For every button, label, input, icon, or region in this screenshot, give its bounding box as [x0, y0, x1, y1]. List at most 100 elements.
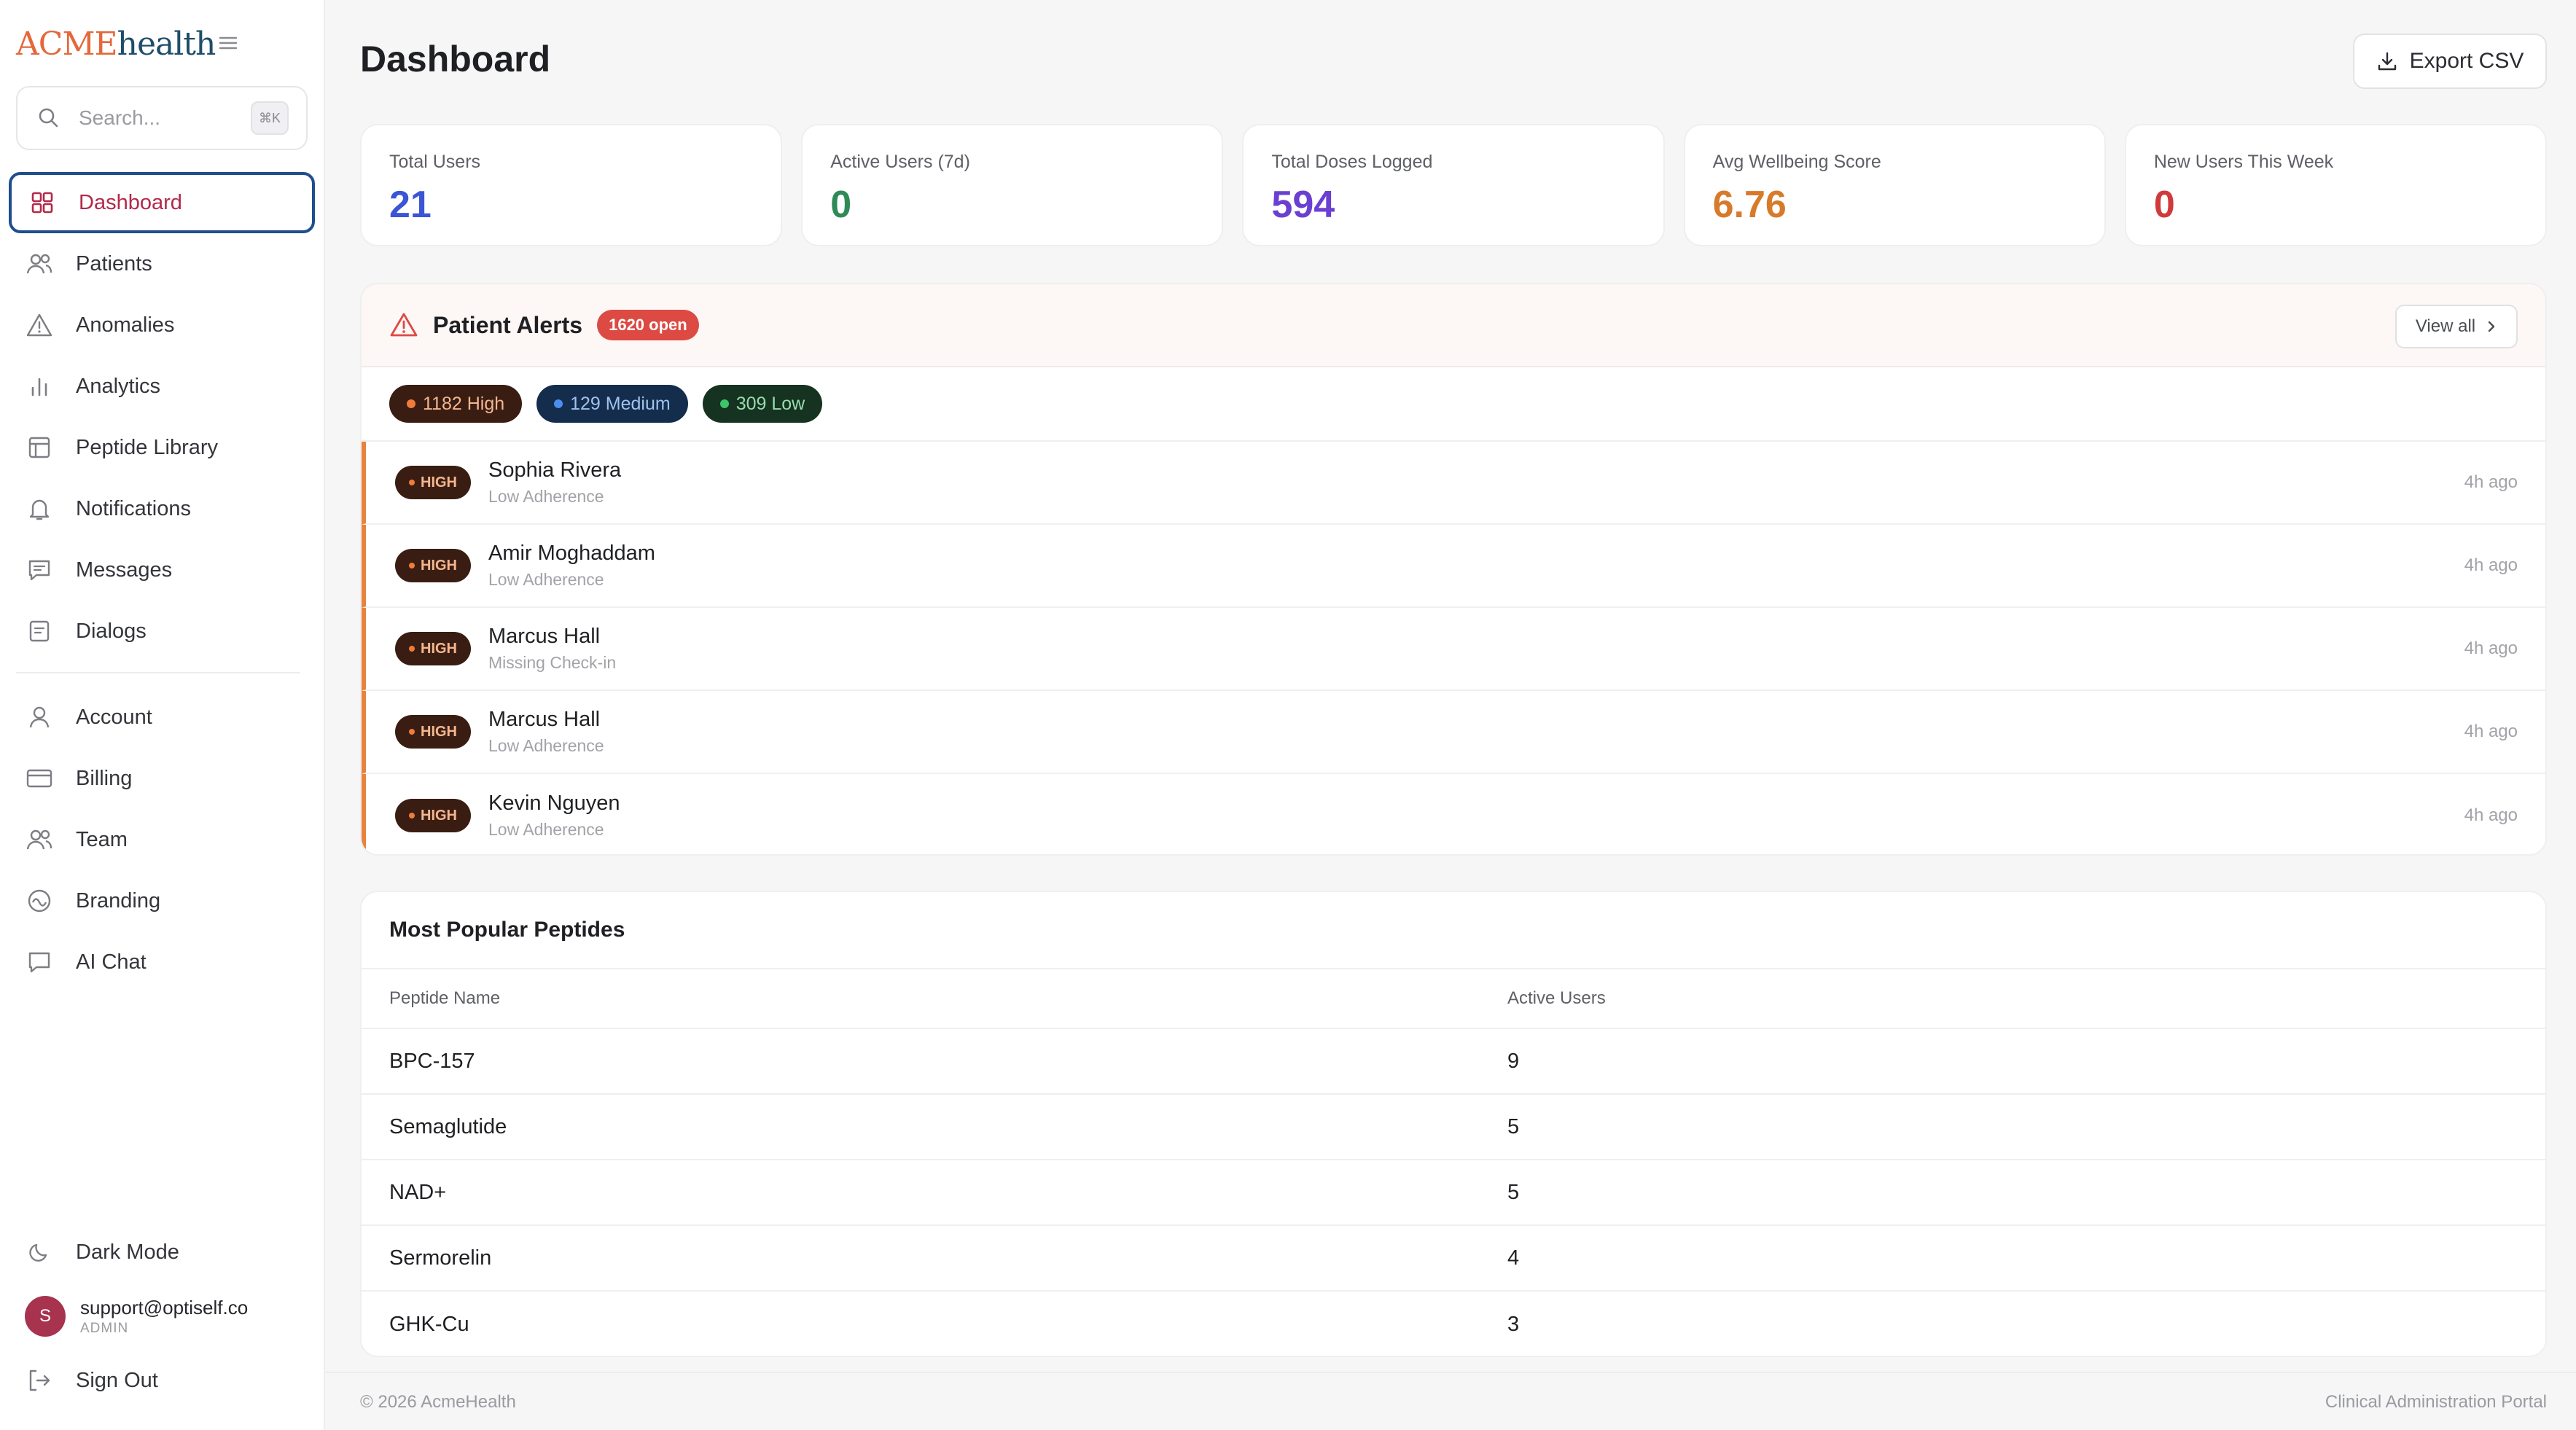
dot-icon: [719, 399, 729, 408]
severity-badge: HIGH: [395, 466, 471, 499]
stat-label: New Users This Week: [2153, 152, 2334, 172]
filter-medium[interactable]: 129 Medium: [536, 385, 688, 423]
message-icon: [25, 555, 54, 585]
page-title: Dashboard: [360, 39, 551, 79]
dot-icon: [409, 563, 415, 569]
logo-part-health: health: [117, 25, 216, 63]
peptide-name: BPC-157: [389, 1049, 475, 1073]
stat-value: 594: [1271, 184, 1335, 226]
stat-card-total-users: Total Users 21: [360, 124, 783, 246]
active-users: 5: [1507, 1114, 1520, 1138]
patient-alerts-panel: Patient Alerts 1620 open View all 1182 H…: [360, 283, 2547, 856]
dot-icon: [409, 813, 415, 818]
filter-low-label: 309 Low: [735, 393, 805, 414]
dot-icon: [409, 646, 415, 652]
stat-card-avg-wellbeing: Avg Wellbeing Score 6.76: [1683, 124, 2106, 246]
table-row: Semaglutide 5: [362, 1095, 2545, 1160]
alert-text: Sophia Rivera Low Adherence: [488, 458, 621, 507]
section-title: Most Popular Peptides: [362, 892, 2545, 969]
sidebar-item-label: Account: [76, 705, 152, 729]
export-csv-button[interactable]: Export CSV: [2353, 34, 2547, 89]
sidebar-item-patients[interactable]: Patients: [9, 233, 315, 294]
user-role: ADMIN: [80, 1320, 129, 1336]
patient-name: Marcus Hall: [488, 708, 601, 731]
alert-type: Low Adherence: [488, 487, 604, 506]
patient-name: Marcus Hall: [488, 625, 601, 648]
severity-badge: HIGH: [395, 549, 471, 582]
sidebar-item-team[interactable]: Team: [9, 809, 315, 870]
stat-label: Total Users: [389, 152, 481, 172]
sidebar-item-analytics[interactable]: Analytics: [9, 356, 315, 417]
sidebar-footer: Dark Mode S support@optiself.co ADMIN Si…: [9, 1222, 315, 1411]
portal-label: Clinical Administration Portal: [2325, 1392, 2547, 1412]
sidebar-item-dialogs[interactable]: Dialogs: [9, 601, 315, 662]
alert-text: Kevin Nguyen Low Adherence: [488, 792, 620, 840]
open-count-badge: 1620 open: [597, 310, 699, 340]
sidebar-item-branding[interactable]: Branding: [9, 870, 315, 931]
filter-high[interactable]: 1182 High: [389, 385, 523, 423]
stat-card-total-doses: Total Doses Logged 594: [1242, 124, 1665, 246]
alert-text: Marcus Hall Low Adherence: [488, 708, 604, 756]
patient-name: Sophia Rivera: [488, 458, 622, 482]
peptide-name: Semaglutide: [389, 1114, 507, 1138]
stat-label: Active Users (7d): [830, 152, 970, 172]
stat-value: 0: [2153, 184, 2175, 226]
users-icon: [25, 249, 54, 278]
credit-card-icon: [25, 764, 54, 793]
table-row: NAD+ 5: [362, 1160, 2545, 1226]
sidebar-item-label: Anomalies: [76, 313, 175, 337]
alert-row[interactable]: HIGH Marcus Hall Missing Check-in 4h ago: [362, 608, 2545, 691]
page-footer: © 2026 AcmeHealth Clinical Administratio…: [325, 1372, 2576, 1430]
warning-icon: [389, 310, 418, 340]
alert-text: Marcus Hall Missing Check-in: [488, 625, 616, 673]
alert-row[interactable]: HIGH Sophia Rivera Low Adherence 4h ago: [362, 442, 2545, 525]
stat-label: Avg Wellbeing Score: [1712, 152, 1881, 172]
sidebar-item-billing[interactable]: Billing: [9, 748, 315, 809]
warning-icon: [25, 310, 54, 340]
sidebar: ACMEhealth Search... ⌘K Dashboard Patien…: [0, 0, 325, 1430]
view-all-button[interactable]: View all: [2395, 305, 2518, 348]
sidebar-item-peptide-library[interactable]: Peptide Library: [9, 417, 315, 478]
alert-type: Low Adherence: [488, 736, 604, 755]
sidebar-item-notifications[interactable]: Notifications: [9, 478, 315, 539]
grid-icon: [28, 188, 57, 217]
sign-out-button[interactable]: Sign Out: [9, 1350, 315, 1411]
sidebar-item-dashboard[interactable]: Dashboard: [9, 172, 315, 233]
sidebar-item-ai-chat[interactable]: AI Chat: [9, 931, 315, 993]
user-info: support@optiself.co ADMIN: [80, 1297, 248, 1337]
severity-label: HIGH: [421, 474, 457, 491]
sidebar-item-anomalies[interactable]: Anomalies: [9, 294, 315, 356]
sidebar-item-messages[interactable]: Messages: [9, 539, 315, 601]
document-icon: [25, 617, 54, 646]
table-row: GHK-Cu 3: [362, 1292, 2545, 1356]
severity-badge: HIGH: [395, 799, 471, 832]
search-input[interactable]: Search... ⌘K: [16, 86, 308, 150]
sign-out-icon: [25, 1366, 54, 1395]
sidebar-item-account[interactable]: Account: [9, 687, 315, 748]
stat-value: 6.76: [1712, 184, 1787, 226]
user-profile[interactable]: S support@optiself.co ADMIN: [9, 1283, 315, 1350]
active-users: 3: [1507, 1312, 1520, 1336]
avatar: S: [25, 1296, 66, 1337]
stat-value: 0: [830, 184, 852, 226]
dark-mode-toggle[interactable]: Dark Mode: [9, 1222, 315, 1283]
alert-type: Low Adherence: [488, 820, 604, 839]
severity-label: HIGH: [421, 557, 457, 574]
logo[interactable]: ACMEhealth: [16, 25, 216, 63]
view-all-label: View all: [2415, 316, 2476, 336]
alerts-title: Patient Alerts: [433, 311, 583, 338]
alert-time: 4h ago: [2464, 555, 2518, 575]
chevron-right-icon: [2486, 320, 2497, 333]
shortcut-badge: ⌘K: [251, 101, 289, 135]
alerts-header: Patient Alerts 1620 open View all: [362, 284, 2545, 367]
stat-label: Total Doses Logged: [1271, 152, 1433, 172]
alert-row[interactable]: HIGH Amir Moghaddam Low Adherence 4h ago: [362, 525, 2545, 608]
hamburger-menu-icon[interactable]: [217, 32, 239, 54]
alert-row[interactable]: HIGH Kevin Nguyen Low Adherence 4h ago: [362, 774, 2545, 854]
filter-high-label: 1182 High: [423, 393, 505, 414]
user-icon: [25, 703, 54, 732]
peptide-name: Sermorelin: [389, 1246, 492, 1270]
alert-time: 4h ago: [2464, 722, 2518, 741]
alert-row[interactable]: HIGH Marcus Hall Low Adherence 4h ago: [362, 691, 2545, 774]
filter-low[interactable]: 309 Low: [702, 385, 823, 423]
